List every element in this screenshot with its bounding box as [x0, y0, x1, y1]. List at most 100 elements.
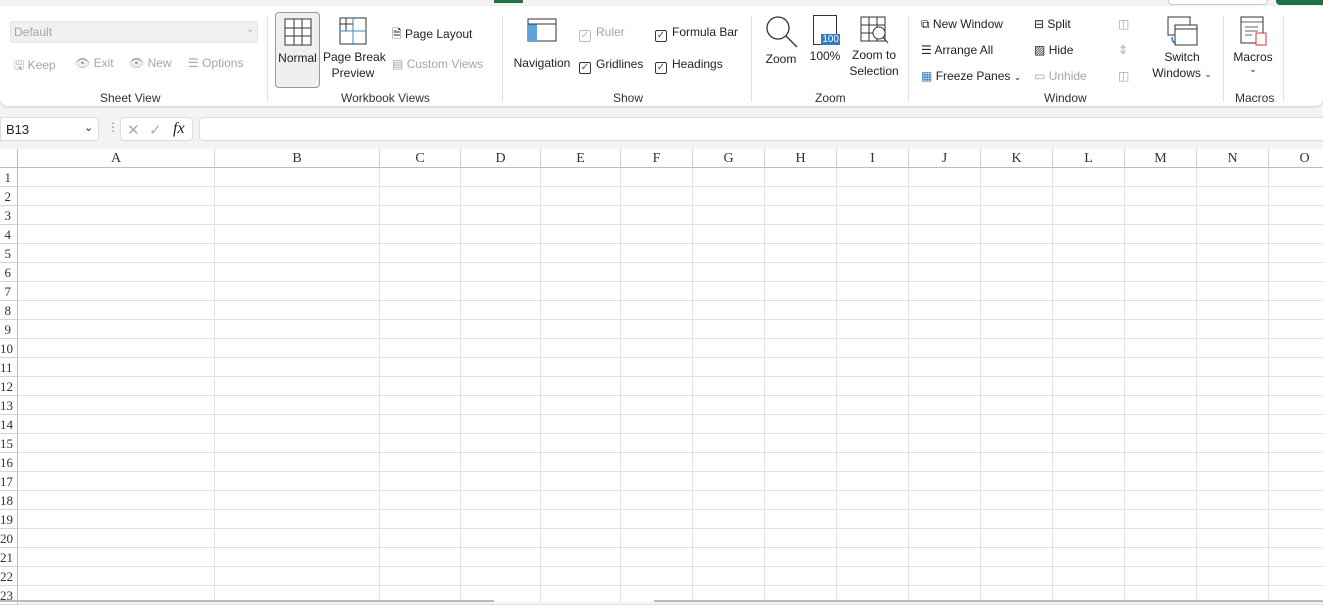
magnifier-icon [766, 16, 798, 48]
divider [502, 16, 503, 102]
gridline [18, 414, 1323, 415]
column-header-I[interactable]: I [837, 149, 909, 168]
name-box[interactable]: B13 ⌄ [0, 117, 99, 141]
macros-button[interactable]: Macros ⌄ [1230, 15, 1276, 75]
row-header-1[interactable]: 1 [0, 168, 18, 187]
page-break-preview-button[interactable]: Page Break Preview [323, 12, 386, 80]
column-header-H[interactable]: H [765, 149, 837, 168]
row-header-12[interactable]: 12 [0, 377, 18, 396]
arrange-all-button[interactable]: ☰ Arrange All [921, 43, 993, 57]
row-header-3[interactable]: 3 [0, 206, 18, 225]
gridline [18, 452, 1323, 453]
row-header-17[interactable]: 17 [0, 472, 18, 491]
gridline [18, 186, 1323, 187]
page-break-icon [339, 17, 367, 45]
row-header-15[interactable]: 15 [0, 434, 18, 453]
ruler-checkbox[interactable]: ✓ Ruler [579, 25, 625, 42]
more-options-icon[interactable]: ⋮ [107, 120, 119, 134]
headings-checkbox[interactable]: ✓ Headings [655, 57, 723, 74]
worksheet-grid[interactable]: A B C D E F G H I J K L M N O 1 2 3 4 5 6 7 8 9 10 11 12 13 14 15 16 17… [0, 149, 1323, 605]
search-box[interactable] [1168, 0, 1268, 5]
custom-views-button[interactable]: ▤ Custom Views [392, 57, 483, 71]
page-layout-button[interactable]: 🗎 Page Layout [392, 25, 472, 46]
hide-button[interactable]: ▨ Hide [1034, 43, 1073, 57]
gridline [18, 566, 1323, 567]
row-header-13[interactable]: 13 [0, 396, 18, 415]
split-button[interactable]: ⊟ Split [1034, 17, 1071, 31]
formula-buttons: ✕ ✓ fx [120, 117, 193, 141]
synchronous-scrolling-icon[interactable]: ⇕ [1118, 43, 1128, 57]
formula-bar-checkbox[interactable]: ✓ Formula Bar [655, 25, 738, 42]
column-header-F[interactable]: F [621, 149, 693, 168]
row-header-23[interactable]: 23 [0, 586, 18, 605]
normal-view-button[interactable]: Normal [275, 12, 320, 88]
gridline [620, 168, 621, 602]
select-all-button[interactable] [0, 149, 18, 168]
row-header-9[interactable]: 9 [0, 320, 18, 339]
chevron-down-icon: ⌄ [1249, 64, 1257, 74]
insert-function-icon[interactable]: fx [173, 120, 185, 138]
row-header-20[interactable]: 20 [0, 529, 18, 548]
gridline [18, 243, 1323, 244]
row-header-16[interactable]: 16 [0, 453, 18, 472]
row-header-18[interactable]: 18 [0, 491, 18, 510]
gridline [18, 338, 1323, 339]
navigation-button[interactable]: Navigation [512, 18, 572, 70]
row-header-11[interactable]: 11 [0, 358, 18, 377]
zoom-100-button[interactable]: 100 100% [808, 15, 842, 63]
row-header-6[interactable]: 6 [0, 263, 18, 282]
hide-icon: ▨ [1034, 43, 1046, 57]
column-header-G[interactable]: G [693, 149, 765, 168]
column-header-L[interactable]: L [1053, 149, 1125, 168]
row-header-19[interactable]: 19 [0, 510, 18, 529]
exit-button[interactable]: 👁 Exit [75, 56, 114, 70]
keep-button[interactable]: 🖫 Keep [14, 56, 56, 77]
gridline [18, 224, 1323, 225]
new-sheet-view-button[interactable]: 👁 New [129, 56, 172, 70]
formula-input[interactable] [199, 117, 1323, 141]
column-header-B[interactable]: B [215, 149, 380, 168]
column-header-K[interactable]: K [981, 149, 1053, 168]
column-header-O[interactable]: O [1269, 149, 1323, 168]
column-header-E[interactable]: E [541, 149, 621, 168]
share-button[interactable] [1276, 0, 1323, 5]
zoom-button[interactable]: Zoom [762, 14, 800, 66]
cancel-icon[interactable]: ✕ [127, 121, 140, 139]
row-header-2[interactable]: 2 [0, 187, 18, 206]
divider [908, 16, 909, 102]
new-window-button[interactable]: ⧉ New Window [921, 17, 1003, 32]
gridline [18, 357, 1323, 358]
custom-views-icon: ▤ [392, 57, 404, 71]
row-header-10[interactable]: 10 [0, 339, 18, 358]
column-header-D[interactable]: D [461, 149, 541, 168]
column-header-J[interactable]: J [909, 149, 981, 168]
column-header-N[interactable]: N [1197, 149, 1269, 168]
freeze-panes-button[interactable]: ▦ Freeze Panes ⌄ [921, 69, 1021, 83]
chevron-down-icon: ⌄ [84, 122, 94, 134]
row-header-5[interactable]: 5 [0, 244, 18, 263]
switch-windows-button[interactable]: Switch Windows ⌄ [1150, 15, 1214, 80]
group-label-show: Show [613, 91, 644, 105]
options-button[interactable]: ☰ Options [188, 56, 243, 70]
unhide-icon: ▭ [1034, 69, 1046, 83]
row-header-21[interactable]: 21 [0, 548, 18, 567]
row-header-7[interactable]: 7 [0, 282, 18, 301]
column-header-C[interactable]: C [380, 149, 461, 168]
enter-icon[interactable]: ✓ [149, 121, 162, 139]
zoom-to-selection-button[interactable]: Zoom to Selection [847, 15, 901, 78]
column-header-A[interactable]: A [18, 149, 215, 168]
row-header-4[interactable]: 4 [0, 225, 18, 244]
gridlines-checkbox[interactable]: ✓ Gridlines [579, 57, 643, 74]
gridline [1196, 168, 1197, 602]
column-header-M[interactable]: M [1125, 149, 1197, 168]
reset-window-position-icon[interactable]: ◫ [1118, 69, 1129, 83]
view-side-by-side-icon[interactable]: ◫ [1118, 17, 1129, 31]
row-header-22[interactable]: 22 [0, 567, 18, 586]
row-header-14[interactable]: 14 [0, 415, 18, 434]
row-header-8[interactable]: 8 [0, 301, 18, 320]
chevron-down-icon: ⌄ [1013, 72, 1022, 82]
unhide-button[interactable]: ▭ Unhide [1034, 69, 1087, 83]
sheet-view-select[interactable]: Default ⌄ [10, 21, 258, 43]
group-label-sheet-view: Sheet View [100, 91, 161, 105]
gridline [18, 262, 1323, 263]
